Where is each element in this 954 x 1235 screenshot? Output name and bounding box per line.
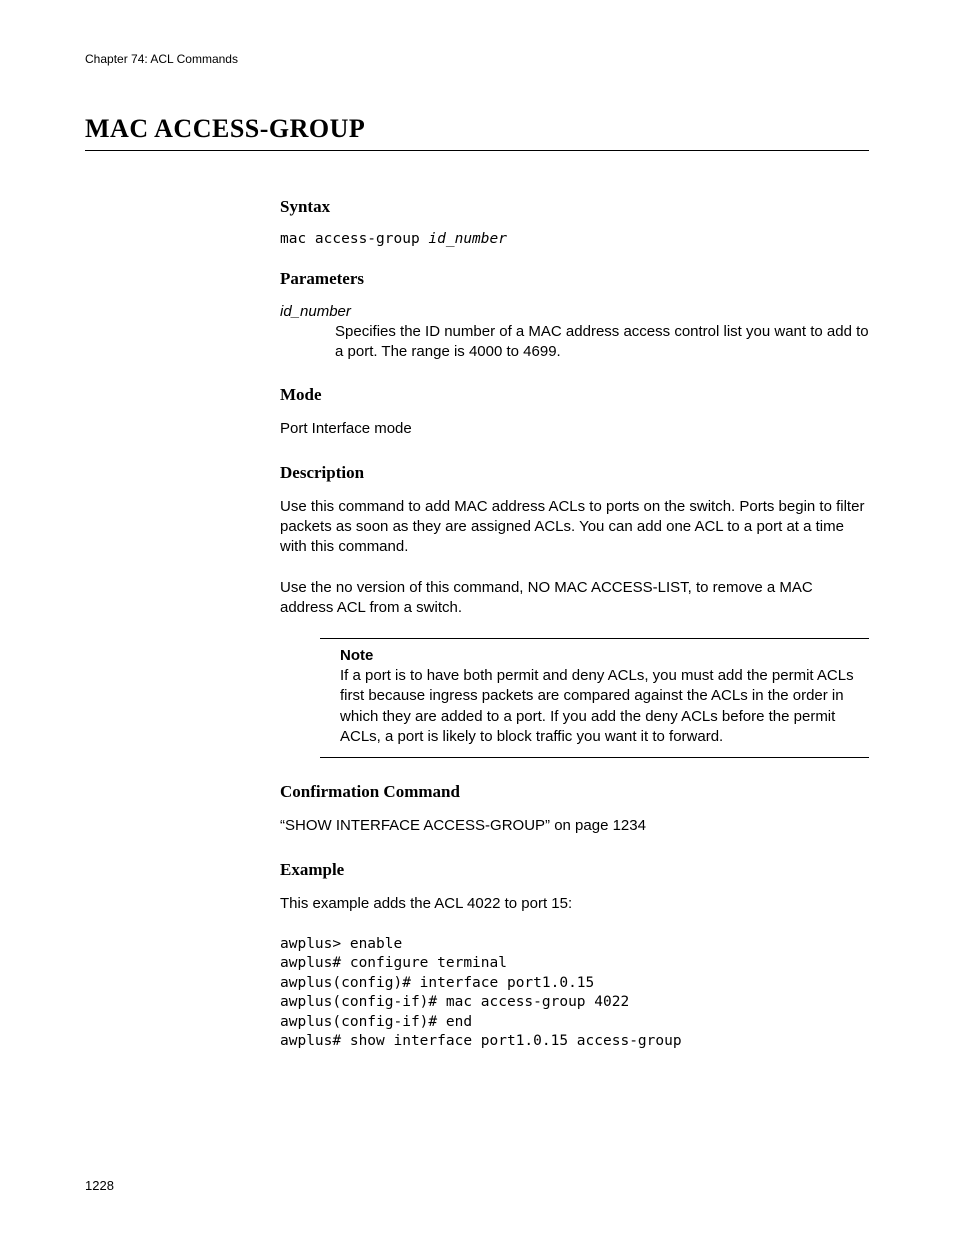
syntax-code: mac access-group id_number	[280, 231, 869, 247]
content-area: Syntax mac access-group id_number Parame…	[280, 197, 869, 1052]
example-heading: Example	[280, 860, 869, 880]
parameters-heading: Parameters	[280, 269, 869, 289]
mode-heading: Mode	[280, 385, 869, 405]
confirmation-text: “SHOW INTERFACE ACCESS-GROUP” on page 12…	[280, 816, 869, 836]
page-title: MAC ACCESS-GROUP	[85, 114, 869, 151]
syntax-arg: id_number	[428, 231, 507, 247]
confirmation-heading: Confirmation Command	[280, 782, 869, 802]
description-heading: Description	[280, 463, 869, 483]
note-text: If a port is to have both permit and den…	[340, 666, 869, 747]
description-p1: Use this command to add MAC address ACLs…	[280, 497, 869, 558]
syntax-cmd: mac access-group	[280, 231, 428, 247]
note-label: Note	[340, 647, 869, 664]
example-code: awplus> enable awplus# configure termina…	[280, 935, 869, 1052]
example-intro: This example adds the ACL 4022 to port 1…	[280, 894, 869, 914]
param-desc: Specifies the ID number of a MAC address…	[335, 322, 869, 363]
chapter-header: Chapter 74: ACL Commands	[85, 52, 869, 66]
note-block: Note If a port is to have both permit an…	[320, 638, 869, 758]
page-number: 1228	[85, 1178, 114, 1193]
syntax-heading: Syntax	[280, 197, 869, 217]
mode-text: Port Interface mode	[280, 419, 869, 439]
param-name: id_number	[280, 303, 869, 320]
description-p2: Use the no version of this command, NO M…	[280, 578, 869, 619]
